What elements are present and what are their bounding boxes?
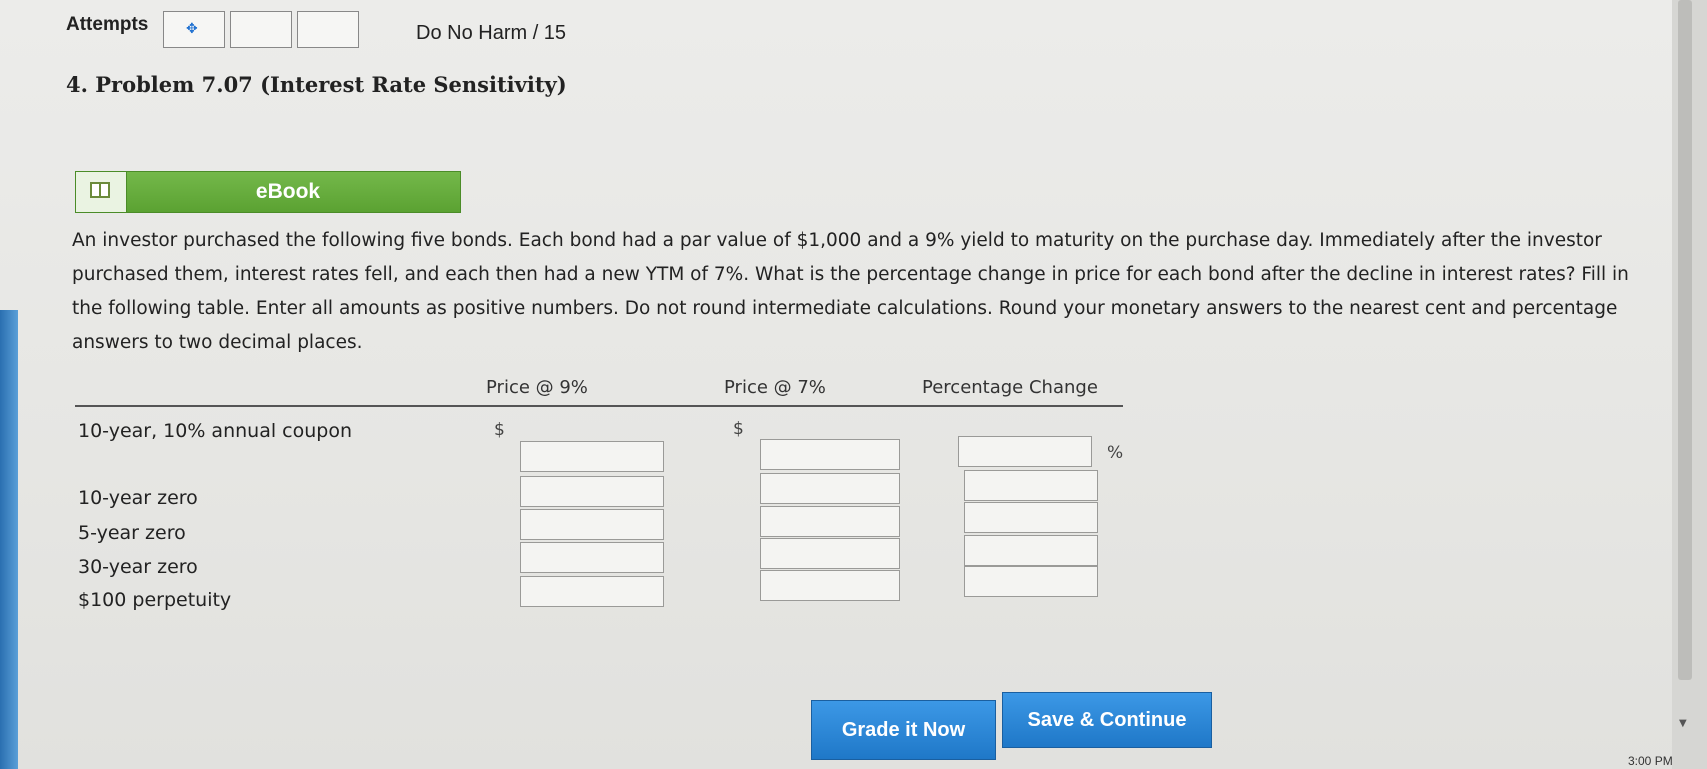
left-bezel [0,310,18,769]
row-label-10yr-zero: 10-year zero [78,487,198,509]
pct-change-input-10yr-zero[interactable] [964,470,1098,501]
problem-title: 4. Problem 7.07 (Interest Rate Sensitivi… [66,72,567,97]
attempt-box-3 [297,11,359,48]
score-label: Do No Harm / 15 [416,22,567,44]
save-continue-button[interactable]: Save & Continue [1002,692,1212,748]
question-text: An investor purchased the following five… [72,230,1629,353]
price-9-input-30yr-zero[interactable] [520,542,664,573]
row-label-5yr-zero: 5-year zero [78,522,186,544]
system-clock: 3:00 PM [1628,754,1673,768]
grade-it-now-button[interactable]: Grade it Now [811,700,996,760]
row-label-perpetuity: $100 perpetuity [78,589,232,611]
price-7-input-30yr-zero[interactable] [760,538,900,569]
price-7-input-5yr-zero[interactable] [760,506,900,537]
currency-symbol-price-7: $ [733,419,744,439]
row-label-30yr-zero: 30-year zero [78,556,198,578]
ebook-button[interactable]: eBook [75,171,461,213]
assignment-page [0,0,1672,769]
price-9-input-perpetuity[interactable] [520,576,664,607]
price-7-input-perpetuity[interactable] [760,570,900,601]
price-9-input-10yr-zero[interactable] [520,476,664,507]
row-label-10yr-coupon: 10-year, 10% annual coupon [78,420,353,442]
pct-change-input-5yr-zero[interactable] [964,502,1098,533]
header-percentage-change: Percentage Change [922,377,1098,398]
header-price-7: Price @ 7% [724,377,826,398]
pct-change-input-30yr-zero[interactable] [964,535,1098,566]
price-7-input-10yr-zero[interactable] [760,473,900,504]
scroll-down-icon[interactable]: ▼ [1679,718,1687,729]
ebook-label: eBook [255,180,321,203]
scrollbar-thumb[interactable] [1678,0,1692,680]
attempt-box-2 [230,11,292,48]
move-icon: ✥ [186,21,198,37]
price-9-input-10yr-coupon[interactable] [520,441,664,472]
price-9-input-5yr-zero[interactable] [520,509,664,540]
pct-change-input-10yr-coupon[interactable] [958,436,1092,467]
percent-symbol: % [1107,443,1124,463]
pct-change-input-perpetuity[interactable] [964,566,1098,597]
attempts-label: Attempts [66,14,149,35]
header-price-9: Price @ 9% [486,377,588,398]
currency-symbol-price-9: $ [494,420,505,440]
price-7-input-10yr-coupon[interactable] [760,439,900,470]
table-header-rule [75,405,1123,407]
